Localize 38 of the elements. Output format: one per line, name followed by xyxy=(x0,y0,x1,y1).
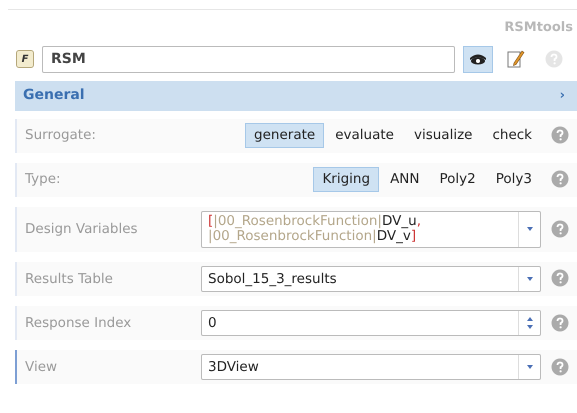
option-button[interactable]: generate xyxy=(245,123,324,148)
number-field[interactable]: 0 xyxy=(201,310,541,336)
view-button[interactable] xyxy=(463,46,493,72)
section-header[interactable]: General › xyxy=(15,80,577,110)
option-button[interactable]: Poly2 xyxy=(430,167,485,192)
f-badge[interactable]: F xyxy=(16,50,34,68)
select-field[interactable]: 3DView xyxy=(201,354,541,380)
field-label: Type: xyxy=(25,170,62,190)
option-button[interactable]: visualize xyxy=(404,123,482,148)
edit-icon xyxy=(507,49,525,69)
field-label: View xyxy=(25,358,58,378)
option-button[interactable]: evaluate xyxy=(326,123,403,148)
option-button[interactable]: Kriging xyxy=(313,167,380,192)
field-label: Design Variables xyxy=(25,220,139,239)
section-title: General xyxy=(23,86,85,105)
dropdown-arrow-icon[interactable] xyxy=(526,227,532,232)
field-label: Surrogate: xyxy=(25,126,97,146)
help-icon xyxy=(551,269,569,288)
option-button[interactable]: Poly3 xyxy=(486,167,541,192)
toolbox-title: RSMtools xyxy=(504,19,573,37)
field-label: Response Index xyxy=(25,314,132,333)
expand-icon: › xyxy=(560,86,565,106)
eye-icon xyxy=(469,53,487,65)
help-icon xyxy=(551,358,569,376)
field-label: Results Table xyxy=(25,270,114,289)
help-icon xyxy=(551,314,569,332)
help-icon xyxy=(545,50,563,68)
help-icon xyxy=(551,126,569,144)
option-button[interactable]: check xyxy=(483,123,541,148)
dropdown-arrow-icon[interactable] xyxy=(526,276,532,281)
option-button[interactable]: ANN xyxy=(381,167,428,192)
help-icon xyxy=(551,220,569,238)
spinner-arrows-icon[interactable] xyxy=(526,314,534,331)
help-icon xyxy=(551,170,569,188)
multi-select-field[interactable]: [|00_RosenbrockFunction|DV_u, |00_RosenbrockFunction|DV_v] xyxy=(201,210,541,248)
name-field[interactable]: RSM xyxy=(42,46,455,72)
select-field[interactable]: Sobol_15_3_results xyxy=(201,266,541,292)
dropdown-arrow-icon[interactable] xyxy=(526,365,532,370)
